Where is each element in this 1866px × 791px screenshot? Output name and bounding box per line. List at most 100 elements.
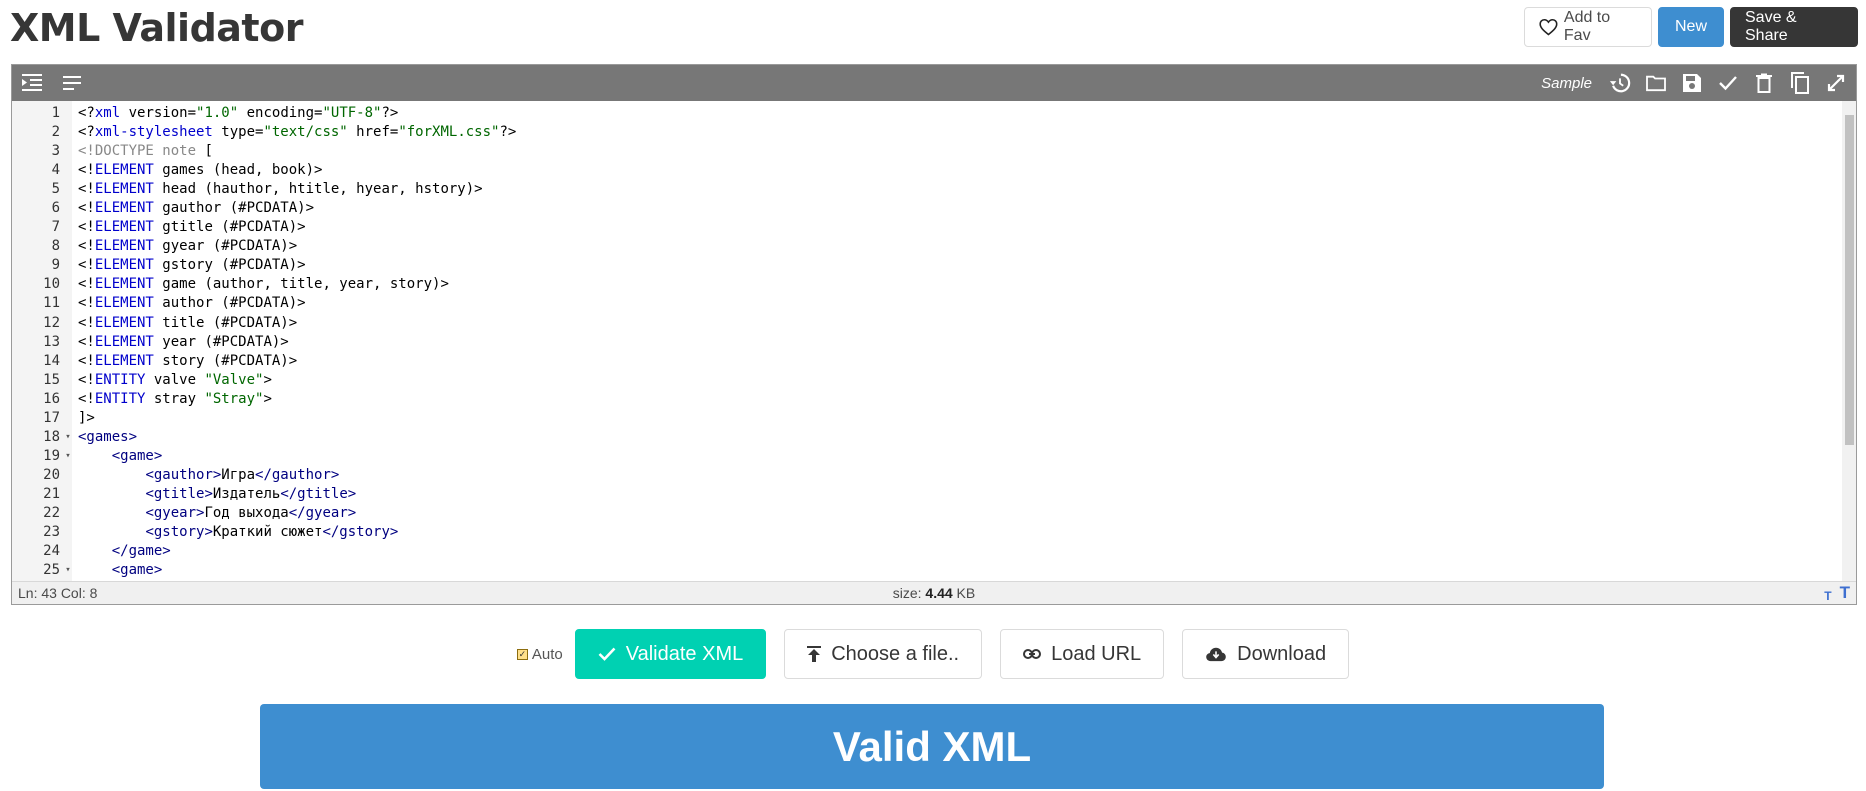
- code-line[interactable]: 7 <!ELEMENT gtitle (#PCDATA)>: [12, 218, 1842, 237]
- code-line[interactable]: 3 <!DOCTYPE note [: [12, 142, 1842, 161]
- code-token: ELEMENT: [94, 352, 154, 369]
- line-number: 3: [51, 143, 60, 160]
- fold-toggle-icon[interactable]: ▾: [62, 447, 74, 466]
- code-token: <!: [78, 276, 95, 293]
- code-line[interactable]: 16 <!ENTITY stray "Stray">: [12, 390, 1842, 409]
- line-number: 22: [43, 504, 60, 521]
- code-token: >: [263, 371, 272, 388]
- add-to-fav-button[interactable]: Add to Fav: [1524, 7, 1652, 47]
- code-editor[interactable]: 1 <?xml version="1.0" encoding="UTF-8"?> 2…: [12, 101, 1856, 581]
- font-size-controls: T T: [1824, 583, 1850, 603]
- font-decrease-icon[interactable]: T: [1824, 589, 1831, 603]
- code-line[interactable]: 21 <gtitle>Издатель</gtitle>: [12, 485, 1842, 504]
- scroll-thumb[interactable]: [1845, 115, 1854, 445]
- code-line[interactable]: 19 ▾ <game>: [12, 447, 1842, 466]
- sample-link[interactable]: Sample: [1541, 75, 1592, 92]
- code-line[interactable]: 22 <gyear>Год выхода</gyear>: [12, 504, 1842, 523]
- line-content: <!ELEMENT gtitle (#PCDATA)>: [74, 218, 306, 237]
- code-line[interactable]: 8 <!ELEMENT gyear (#PCDATA)>: [12, 237, 1842, 256]
- new-button[interactable]: New: [1658, 7, 1724, 47]
- code-line[interactable]: 2 <?xml-stylesheet type="text/css" href="…: [12, 123, 1842, 142]
- code-token: "forXML.css": [398, 124, 500, 141]
- code-line[interactable]: 6 <!ELEMENT gauthor (#PCDATA)>: [12, 199, 1842, 218]
- add-to-fav-label: Add to Fav: [1563, 9, 1611, 44]
- check-icon[interactable]: [1714, 69, 1742, 97]
- trash-icon[interactable]: [1750, 69, 1778, 97]
- validate-button[interactable]: Validate XML: [574, 629, 767, 679]
- size-unit: KB: [952, 585, 976, 601]
- save-share-button[interactable]: Save & Share: [1730, 7, 1858, 47]
- code-token: <!DOCTYPE note: [78, 143, 205, 160]
- code-token: ELEMENT: [94, 276, 154, 293]
- fold-toggle-icon[interactable]: ▾: [62, 428, 74, 447]
- editor-scrollbar[interactable]: [1842, 101, 1856, 581]
- code-token: <game>: [111, 447, 163, 464]
- code-line[interactable]: 1 <?xml version="1.0" encoding="UTF-8"?>: [12, 104, 1842, 123]
- code-token: ?>: [381, 105, 399, 121]
- line-content: <!ELEMENT game (author, title, year, sto…: [74, 275, 449, 294]
- code-token: ]>: [78, 409, 95, 426]
- auto-toggle[interactable]: ✓ Auto: [516, 646, 563, 663]
- line-number: 17: [43, 409, 60, 426]
- code-line[interactable]: 23 <gstory>Краткий сюжет</gstory>: [12, 523, 1842, 542]
- choose-file-button[interactable]: Choose a file..: [784, 629, 983, 679]
- code-token: ELEMENT: [94, 200, 154, 217]
- code-line[interactable]: 5 <!ELEMENT head (hauthor, htitle, hyear,…: [12, 180, 1842, 199]
- code-line[interactable]: 11 <!ELEMENT author (#PCDATA)>: [12, 294, 1842, 313]
- check-icon: [598, 647, 616, 661]
- history-icon[interactable]: [1606, 69, 1634, 97]
- code-line[interactable]: 18 ▾ <games>: [12, 428, 1842, 447]
- auto-checkbox[interactable]: ✓: [516, 648, 528, 660]
- code-token: "text/css": [263, 124, 348, 141]
- code-line[interactable]: 4 <!ELEMENT games (head, book)>: [12, 161, 1842, 180]
- code-token: "Stray": [204, 390, 264, 407]
- code-token: Игра: [221, 466, 256, 483]
- code-line[interactable]: 17 ]>: [12, 409, 1842, 428]
- code-token: <!: [78, 333, 95, 350]
- fold-toggle-icon[interactable]: ▾: [62, 561, 74, 580]
- line-content: <!ELEMENT title (#PCDATA)>: [74, 314, 297, 333]
- code-token: </gauthor>: [255, 466, 340, 483]
- font-increase-icon[interactable]: T: [1840, 583, 1850, 603]
- save-icon[interactable]: [1678, 69, 1706, 97]
- line-content: ]>: [74, 409, 95, 428]
- expand-icon[interactable]: [1822, 69, 1850, 97]
- code-line[interactable]: 10 <!ELEMENT game (author, title, year, s…: [12, 275, 1842, 294]
- folder-icon[interactable]: [1642, 69, 1670, 97]
- code-token: >: [263, 390, 272, 407]
- code-line[interactable]: 9 <!ELEMENT gstory (#PCDATA)>: [12, 256, 1842, 275]
- code-token: <!: [78, 390, 95, 407]
- code-token: title (#PCDATA)>: [153, 314, 298, 331]
- load-url-button[interactable]: Load URL: [1000, 629, 1165, 679]
- code-token: </gstory>: [322, 524, 399, 541]
- code-line[interactable]: 24 </game>: [12, 542, 1842, 561]
- code-token: game (author, title, year, story)>: [153, 276, 449, 293]
- line-number: 18: [43, 428, 60, 445]
- copy-icon[interactable]: [1786, 69, 1814, 97]
- code-line[interactable]: 15 <!ENTITY valve "Valve">: [12, 371, 1842, 390]
- format-lines-icon[interactable]: [58, 69, 86, 97]
- download-button[interactable]: Download: [1182, 629, 1350, 679]
- code-token: <!: [78, 162, 95, 179]
- code-line[interactable]: 14 <!ELEMENT story (#PCDATA)>: [12, 352, 1842, 371]
- size-label: size:: [892, 585, 926, 601]
- code-token: Издатель: [212, 485, 281, 502]
- indent-icon[interactable]: [18, 69, 46, 97]
- code-line[interactable]: 13 <!ELEMENT year (#PCDATA)>: [12, 333, 1842, 352]
- xml-editor: Sample 1 <?xml version="1.0" encoding="U…: [11, 64, 1857, 605]
- line-content: <?xml version="1.0" encoding="UTF-8"?>: [74, 104, 398, 123]
- code-line[interactable]: 20 <gauthor>Игра</gauthor>: [12, 466, 1842, 485]
- code-line[interactable]: 25 ▾ <game>: [12, 561, 1842, 580]
- line-number: 13: [43, 333, 60, 350]
- code-line[interactable]: 12 <!ELEMENT title (#PCDATA)>: [12, 314, 1842, 333]
- code-token: ELEMENT: [94, 257, 154, 274]
- line-number: 4: [51, 162, 60, 179]
- code-token: <!: [78, 371, 95, 388]
